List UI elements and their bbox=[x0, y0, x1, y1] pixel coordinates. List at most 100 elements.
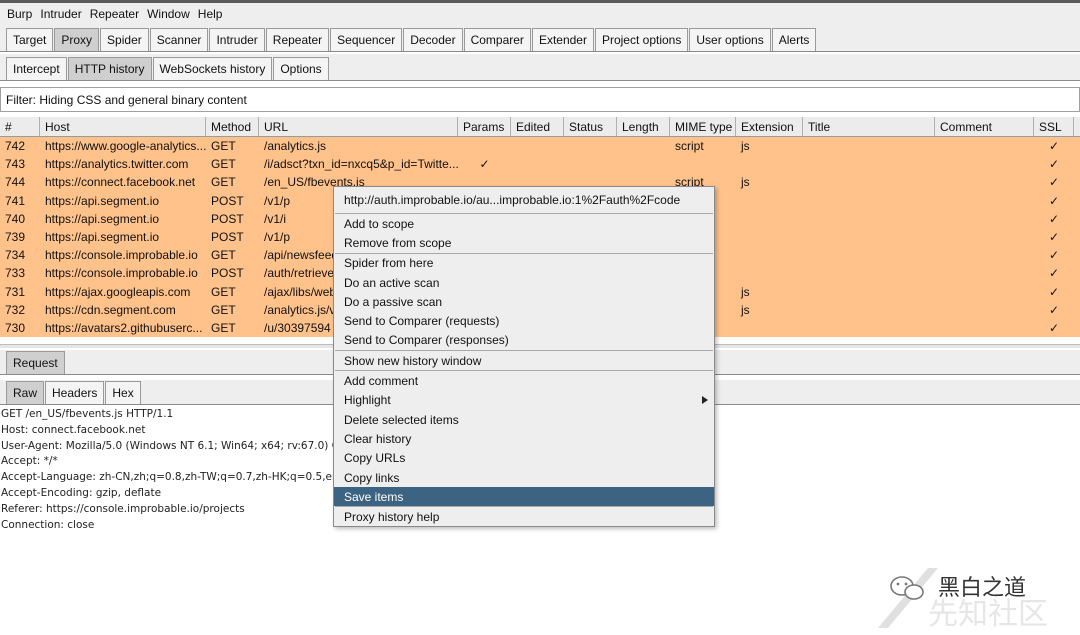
col-mime-type[interactable]: MIME type bbox=[670, 117, 736, 136]
row-number: 733 bbox=[5, 266, 26, 281]
row-method: GET bbox=[211, 302, 236, 317]
table-row[interactable]: 743 https://analytics.twitter.com GET /i… bbox=[0, 155, 1080, 173]
menu-item-highlight-label: Highlight bbox=[344, 393, 391, 408]
tab-spider[interactable]: Spider bbox=[100, 28, 149, 51]
tab-target[interactable]: Target bbox=[6, 28, 54, 51]
menu-item-spider-from-here[interactable]: Spider from here bbox=[334, 254, 714, 273]
row-host: https://cdn.segment.com bbox=[45, 302, 176, 317]
menu-item-passive-scan[interactable]: Do a passive scan bbox=[334, 292, 714, 311]
tab-options[interactable]: Options bbox=[273, 57, 329, 80]
row-empty bbox=[803, 283, 1034, 301]
row-method: POST bbox=[211, 266, 244, 281]
tab-raw[interactable]: Raw bbox=[6, 381, 45, 404]
tab-user-options[interactable]: User options bbox=[689, 28, 771, 51]
watermark-logo-icon: 先知社区 黑白之道 bbox=[878, 568, 1048, 632]
col-method[interactable]: Method bbox=[206, 117, 259, 136]
context-menu: http://auth.improbable.io/au...improbabl… bbox=[333, 186, 715, 527]
col-length[interactable]: Length bbox=[617, 117, 670, 136]
menu-window[interactable]: Window bbox=[143, 7, 194, 21]
row-method: POST bbox=[211, 193, 244, 208]
tab-intercept[interactable]: Intercept bbox=[6, 57, 67, 80]
menu-item-active-scan[interactable]: Do an active scan bbox=[334, 273, 714, 292]
row-ssl: ✓ bbox=[1048, 266, 1060, 281]
watermark-text: 黑白之道 bbox=[938, 576, 1026, 601]
tab-alerts[interactable]: Alerts bbox=[771, 28, 817, 51]
row-method: GET bbox=[211, 157, 236, 172]
col-host[interactable]: Host bbox=[40, 117, 206, 136]
menu-help[interactable]: Help bbox=[194, 7, 227, 21]
row-ext: js bbox=[741, 139, 750, 154]
col-params[interactable]: Params bbox=[458, 117, 511, 136]
menu-bar: Burp Intruder Repeater Window Help bbox=[0, 3, 1080, 25]
col-ssl[interactable]: SSL bbox=[1034, 117, 1074, 136]
menu-item-proxy-history-help[interactable]: Proxy history help bbox=[334, 507, 714, 526]
col-title[interactable]: Title bbox=[803, 117, 935, 136]
row-ssl: ✓ bbox=[1048, 248, 1060, 263]
row-params bbox=[458, 137, 511, 155]
tab-sequencer[interactable]: Sequencer bbox=[330, 28, 403, 51]
menu-item-copy-urls[interactable]: Copy URLs bbox=[334, 449, 714, 468]
proxy-sub-tab-bar: Intercept HTTP history WebSockets histor… bbox=[0, 54, 1080, 81]
tab-proxy[interactable]: Proxy bbox=[54, 28, 100, 51]
menu-repeater[interactable]: Repeater bbox=[86, 7, 143, 21]
menu-intruder[interactable]: Intruder bbox=[36, 7, 85, 21]
row-url: /analytics.js bbox=[264, 139, 327, 154]
row-ssl: ✓ bbox=[1048, 193, 1060, 208]
tab-repeater[interactable]: Repeater bbox=[265, 28, 330, 51]
row-host: https://console.improbable.io bbox=[45, 248, 198, 263]
row-empty bbox=[803, 137, 1034, 155]
row-number: 743 bbox=[5, 157, 26, 172]
tab-comparer[interactable]: Comparer bbox=[463, 28, 531, 51]
row-empty bbox=[803, 264, 1034, 282]
menu-item-new-history-window[interactable]: Show new history window bbox=[334, 351, 714, 370]
menu-item-url: http://auth.improbable.io/au...improbabl… bbox=[344, 193, 681, 207]
menu-item-copy-links[interactable]: Copy links bbox=[334, 468, 714, 487]
row-host: https://www.google-analytics... bbox=[45, 139, 206, 154]
row-empty bbox=[511, 137, 670, 155]
col-extension[interactable]: Extension bbox=[736, 117, 803, 136]
row-mime: script bbox=[675, 139, 704, 154]
row-number: 731 bbox=[5, 284, 26, 299]
menu-item-add-to-scope[interactable]: Add to scope bbox=[334, 214, 714, 233]
tab-request[interactable]: Request bbox=[6, 351, 65, 374]
row-ssl: ✓ bbox=[1048, 302, 1060, 317]
menu-item-comparer-requests[interactable]: Send to Comparer (requests) bbox=[334, 311, 714, 330]
tab-http-history[interactable]: HTTP history bbox=[67, 57, 152, 80]
menu-item-remove-from-scope[interactable]: Remove from scope bbox=[334, 233, 714, 252]
tab-intruder[interactable]: Intruder bbox=[209, 28, 265, 51]
row-empty bbox=[803, 210, 1034, 228]
menu-item-highlight[interactable]: Highlight bbox=[334, 391, 714, 410]
table-row[interactable]: 742 https://www.google-analytics... GET … bbox=[0, 137, 1080, 155]
menu-burp[interactable]: Burp bbox=[3, 7, 36, 21]
row-empty bbox=[803, 155, 1034, 173]
row-host: https://avatars2.githubuserc... bbox=[45, 320, 203, 335]
tab-hex[interactable]: Hex bbox=[105, 381, 141, 404]
col-status[interactable]: Status bbox=[564, 117, 617, 136]
col-url[interactable]: URL bbox=[259, 117, 458, 136]
row-method: POST bbox=[211, 230, 244, 245]
col-number[interactable]: # bbox=[0, 117, 40, 136]
row-ext bbox=[736, 228, 803, 246]
row-empty bbox=[803, 192, 1034, 210]
filter-bar[interactable]: Filter: Hiding CSS and general binary co… bbox=[0, 87, 1080, 112]
menu-item-add-comment[interactable]: Add comment bbox=[334, 371, 714, 390]
submenu-arrow-icon bbox=[702, 395, 708, 404]
tab-extender[interactable]: Extender bbox=[531, 28, 594, 51]
row-host: https://analytics.twitter.com bbox=[45, 157, 189, 172]
menu-item-delete-selected[interactable]: Delete selected items bbox=[334, 410, 714, 429]
tab-decoder[interactable]: Decoder bbox=[403, 28, 463, 51]
menu-item-save-items[interactable]: Save items bbox=[334, 487, 714, 507]
row-ssl: ✓ bbox=[1048, 230, 1060, 245]
col-comment[interactable]: Comment bbox=[935, 117, 1034, 136]
menu-item-comparer-responses[interactable]: Send to Comparer (responses) bbox=[334, 331, 714, 350]
tab-headers[interactable]: Headers bbox=[45, 381, 105, 404]
row-params: ✓ bbox=[479, 157, 490, 172]
watermark-bg-text: 先知社区 bbox=[928, 597, 1048, 630]
tab-websockets-history[interactable]: WebSockets history bbox=[152, 57, 273, 80]
col-edited[interactable]: Edited bbox=[511, 117, 564, 136]
row-method: GET bbox=[211, 175, 236, 190]
row-empty bbox=[803, 301, 1034, 319]
tab-scanner[interactable]: Scanner bbox=[149, 28, 209, 51]
menu-item-clear-history[interactable]: Clear history bbox=[334, 429, 714, 448]
tab-project-options[interactable]: Project options bbox=[594, 28, 689, 51]
